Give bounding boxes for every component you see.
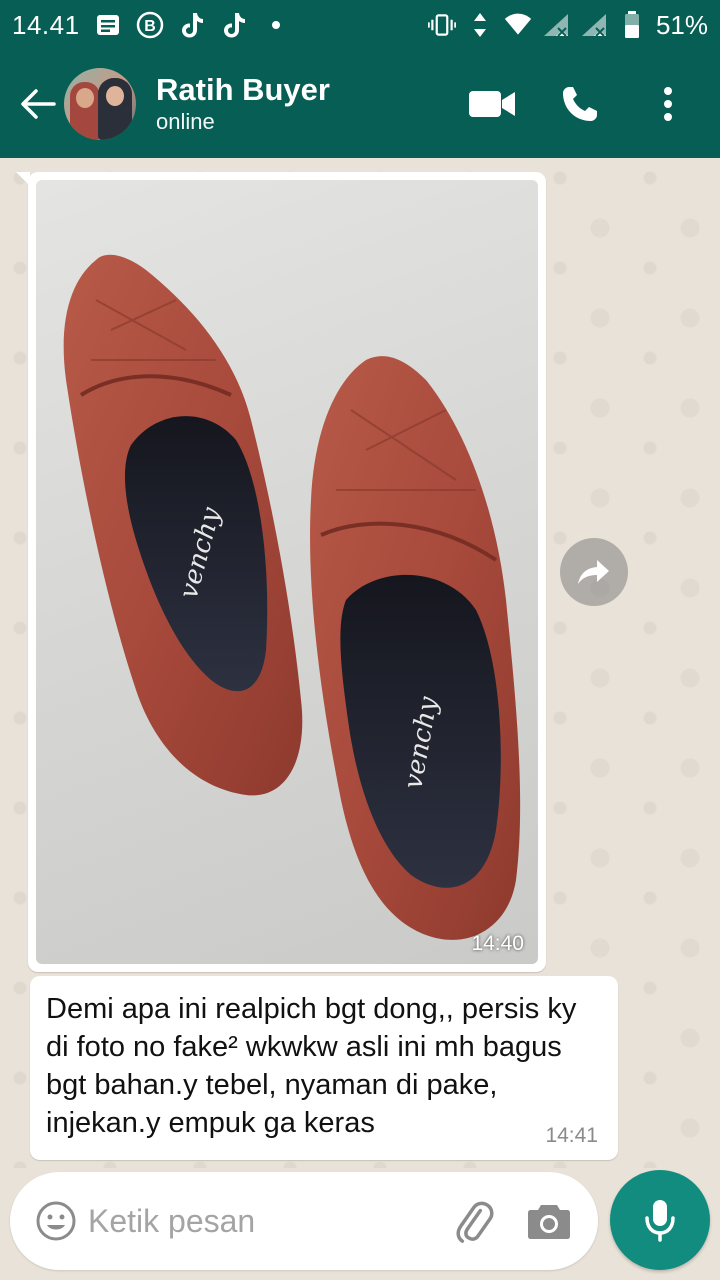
tiktok-icon — [178, 11, 206, 39]
message-text: Demi apa ini realpich bgt dong,, persis … — [46, 993, 577, 1139]
emoji-button[interactable] — [32, 1197, 80, 1245]
data-arrows-icon — [466, 11, 494, 39]
b-badge-icon: B — [136, 11, 164, 39]
message-time: 14:40 — [471, 932, 524, 955]
attach-icon — [456, 1201, 494, 1243]
phone-icon — [563, 87, 597, 121]
video-call-icon — [469, 91, 515, 117]
status-time: 14.41 — [12, 9, 80, 40]
wifi-icon — [504, 11, 532, 39]
message-input[interactable] — [88, 1202, 428, 1240]
chat-area[interactable]: venchy venchy 14:40 Demi apa ini realpic… — [0, 158, 720, 1168]
avatar[interactable] — [64, 68, 136, 140]
text-message[interactable]: Demi apa ini realpich bgt dong,, persis … — [30, 976, 618, 1160]
back-button[interactable] — [10, 74, 66, 134]
forward-button[interactable] — [560, 538, 628, 606]
chat-header: Ratih Buyer online — [0, 50, 720, 158]
attach-button[interactable] — [448, 1196, 498, 1246]
video-call-button[interactable] — [462, 74, 522, 134]
signal-icon — [580, 11, 608, 39]
voice-call-button[interactable] — [550, 74, 610, 134]
voice-message-button[interactable] — [610, 1170, 710, 1270]
image-message[interactable]: venchy venchy 14:40 — [16, 172, 546, 972]
contact-status: online — [156, 109, 215, 134]
tiktok-icon — [220, 11, 248, 39]
shoe-photo[interactable]: venchy venchy — [36, 180, 538, 964]
more-options-button[interactable] — [638, 74, 698, 134]
battery-percentage: 51% — [655, 9, 708, 40]
more-vert-icon — [664, 87, 672, 121]
svg-text:B: B — [144, 18, 156, 35]
composer — [10, 1172, 598, 1270]
vibrate-icon — [427, 11, 456, 39]
dot-icon — [262, 11, 290, 39]
contact-info[interactable]: Ratih Buyer online — [156, 72, 330, 136]
forward-icon — [578, 560, 609, 584]
emoji-icon — [36, 1201, 76, 1241]
battery-icon — [618, 11, 646, 39]
message-time: 14:41 — [545, 1124, 598, 1147]
camera-icon — [528, 1205, 570, 1239]
news-icon — [94, 11, 122, 39]
status-bar: 14.41 B 51% — [0, 0, 720, 50]
camera-button[interactable] — [524, 1196, 574, 1246]
signal-icon — [542, 11, 570, 39]
contact-name: Ratih Buyer — [156, 72, 330, 107]
back-arrow-icon — [21, 89, 56, 119]
mic-icon — [645, 1200, 675, 1242]
